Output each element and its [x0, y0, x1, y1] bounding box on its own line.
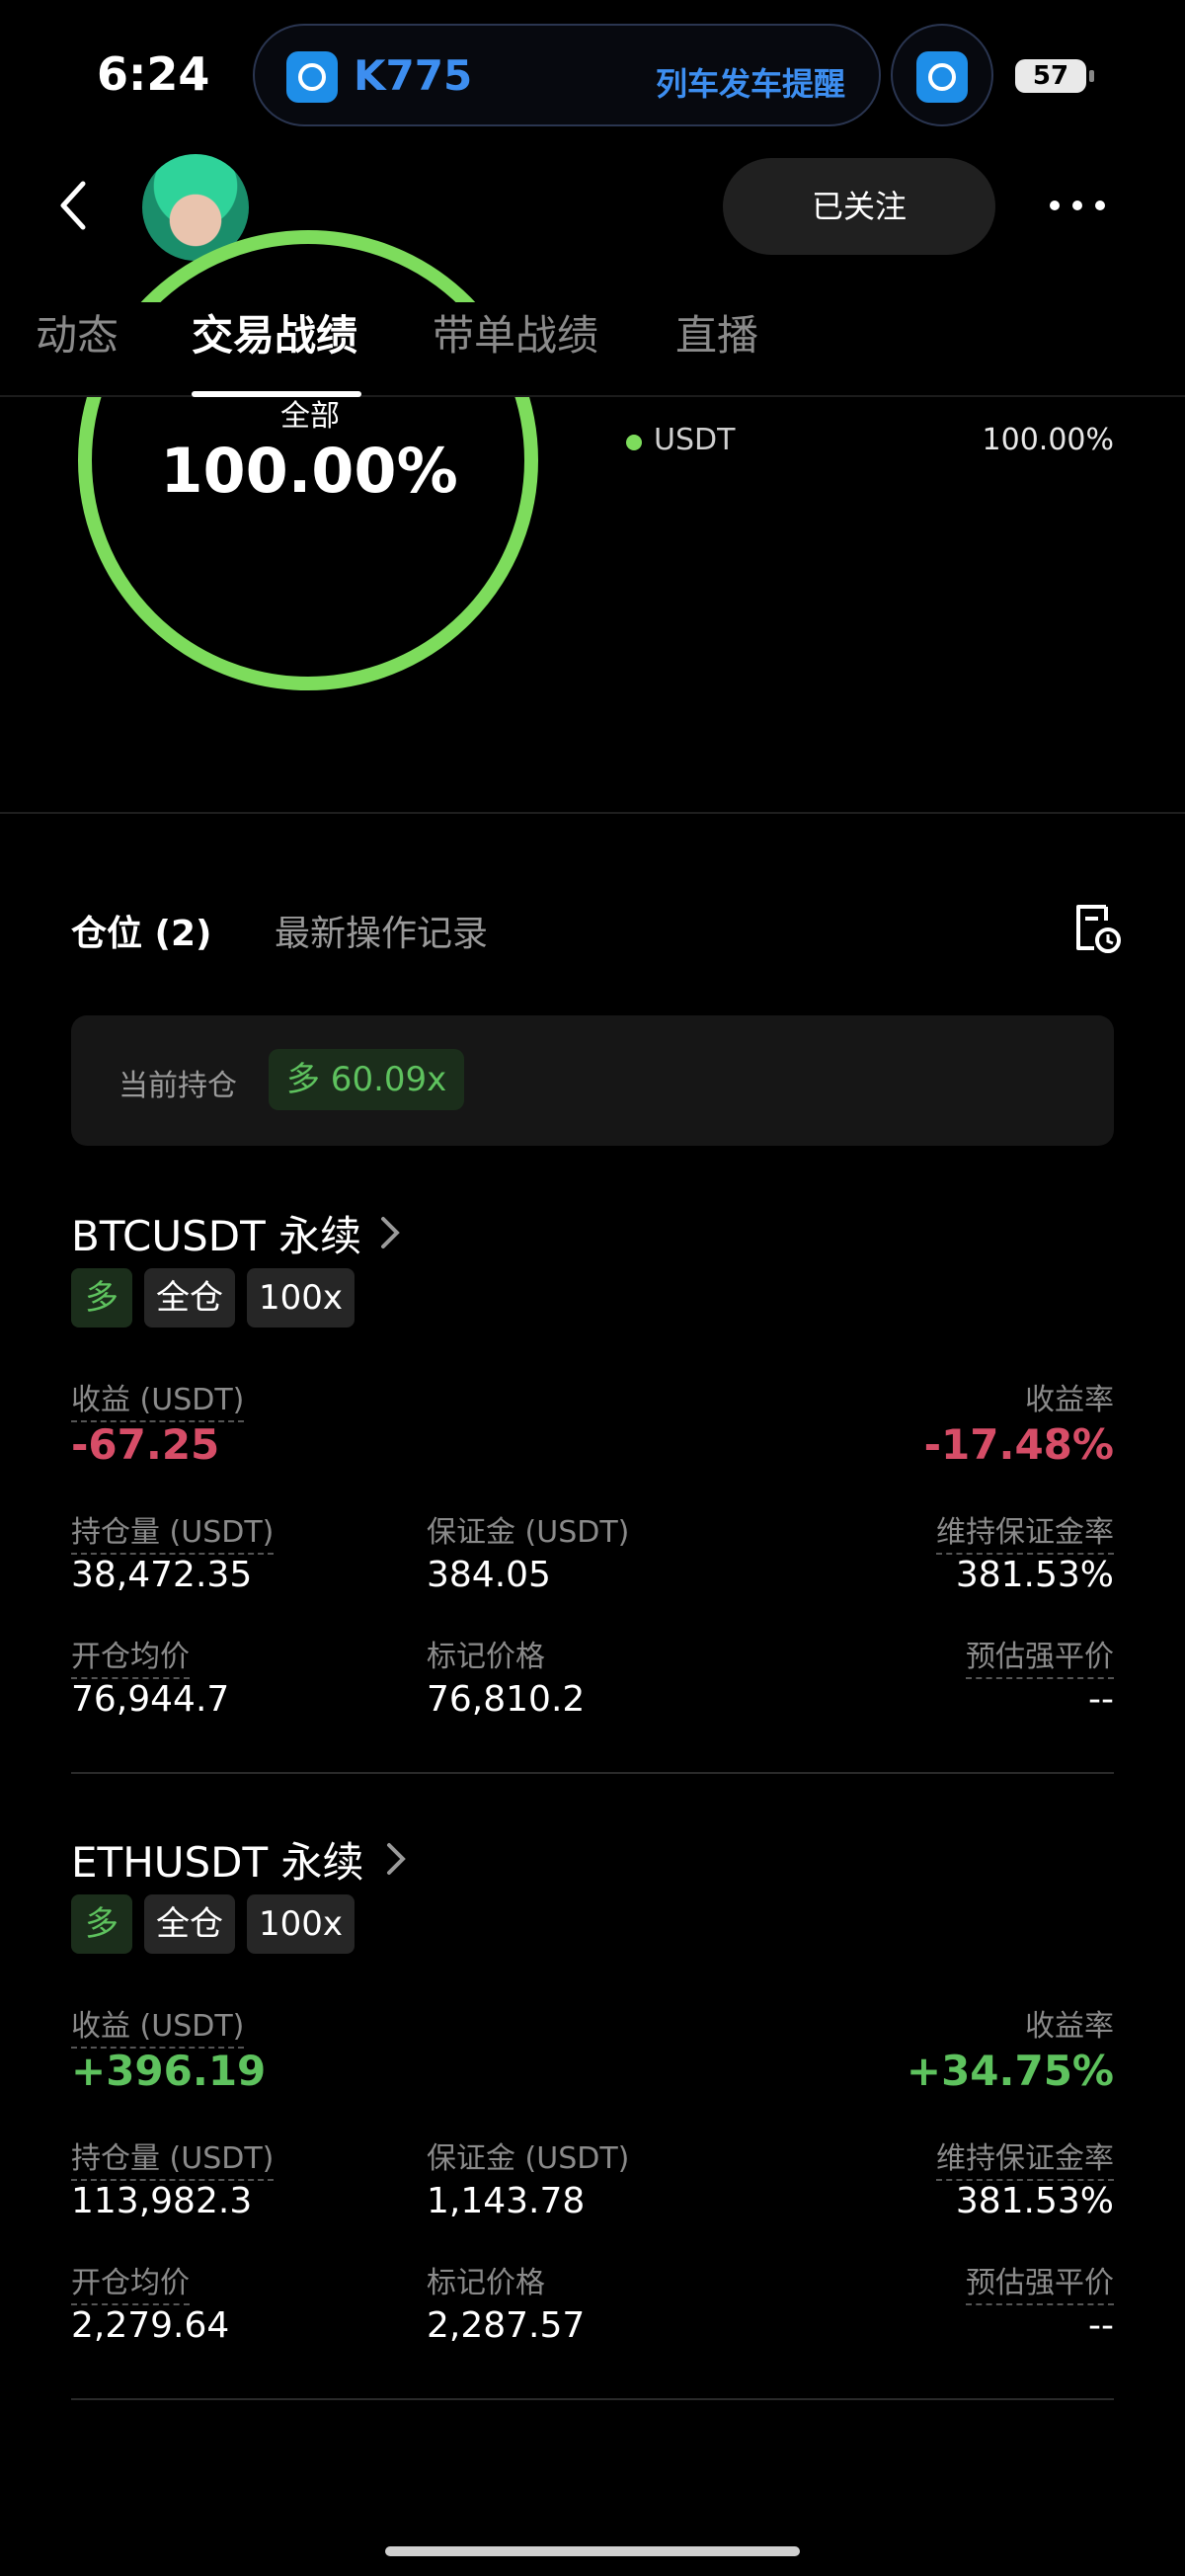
margin-value: 1,143.78 — [427, 2181, 586, 2221]
pnl-value: +396.19 — [71, 2047, 267, 2095]
size-value: 38,472.35 — [71, 1555, 253, 1595]
maintenance-margin-rate-value: 381.53% — [955, 2181, 1114, 2221]
battery-indicator: 57 — [1015, 59, 1094, 93]
margin-label: 保证金 (USDT) — [427, 2141, 630, 2176]
chevron-right-icon[interactable] — [385, 1841, 407, 1877]
entry-price-value: 2,279.64 — [71, 2305, 230, 2346]
roi-value: +34.75% — [906, 2047, 1114, 2095]
card-divider — [71, 2398, 1114, 2400]
liquidation-price-value: -- — [1088, 1679, 1114, 1720]
card-divider — [71, 1772, 1114, 1774]
margin-label: 保证金 (USDT) — [427, 1515, 630, 1550]
legend-dot-usdt — [626, 435, 642, 450]
current-holding-box: 当前持仓 多 60.09x — [71, 1015, 1114, 1146]
maintenance-margin-rate-label: 维持保证金率 — [936, 2133, 1114, 2181]
size-label: 持仓量 (USDT) — [71, 1507, 275, 1555]
legend-name-usdt: USDT — [654, 423, 736, 457]
position-card-eth: ETHUSDT 永续 多全仓 100x 收益 (USDT) +396.19 收益率… — [71, 1829, 1114, 2402]
pnl-value: -67.25 — [71, 1420, 220, 1469]
railway-mini-island[interactable] — [891, 24, 993, 126]
pnl-label: 收益 (USDT) — [71, 1375, 245, 1422]
donut-center-value: 100.00% — [160, 435, 458, 507]
liquidation-price-label: 预估强平价 — [966, 2258, 1114, 2305]
tag-leverage: 100x — [247, 1268, 356, 1328]
train-number: K775 — [354, 51, 473, 100]
size-value: 113,982.3 — [71, 2181, 253, 2221]
roi-label: 收益率 — [1025, 2009, 1114, 2044]
entry-price-label: 开仓均价 — [71, 2258, 190, 2305]
history-icon[interactable] — [1072, 903, 1122, 954]
roi-value: -17.48% — [923, 1420, 1114, 1469]
tag-margin-mode: 全仓 — [144, 1268, 235, 1328]
position-title[interactable]: ETHUSDT 永续 — [71, 1829, 364, 1890]
margin-value: 384.05 — [427, 1555, 551, 1595]
section-divider — [0, 812, 1185, 814]
current-holding-label: 当前持仓 — [118, 1069, 237, 1103]
tab-feed[interactable]: 动态 — [36, 302, 118, 362]
railway-app-icon — [916, 51, 968, 103]
railway-app-icon — [286, 51, 338, 103]
back-arrow-icon[interactable] — [53, 178, 97, 233]
donut-center-label: 全部 — [280, 399, 340, 434]
liquidation-price-label: 预估强平价 — [966, 1632, 1114, 1679]
mark-price-label: 标记价格 — [427, 2266, 545, 2300]
home-indicator[interactable] — [385, 2546, 800, 2556]
status-time: 6:24 — [97, 47, 210, 101]
tab-latest-operations[interactable]: 最新操作记录 — [275, 905, 488, 956]
entry-price-value: 76,944.7 — [71, 1679, 230, 1720]
profile-tabs: 动态 交易战绩 带单战绩 直播 — [0, 302, 1185, 397]
train-reminder-island[interactable]: K775 列车发车提醒 — [253, 24, 881, 126]
mark-price-label: 标记价格 — [427, 1640, 545, 1674]
train-reminder-text: 列车发车提醒 — [655, 65, 845, 103]
current-holding-badge: 多 60.09x — [269, 1049, 465, 1110]
tag-leverage: 100x — [247, 1894, 356, 1954]
tab-positions[interactable]: 仓位 (2) — [71, 905, 212, 956]
size-label: 持仓量 (USDT) — [71, 2133, 275, 2181]
tab-copy-trading-record[interactable]: 带单战绩 — [433, 302, 598, 362]
chevron-right-icon[interactable] — [379, 1215, 401, 1250]
position-card-btc: BTCUSDT 永续 多全仓 100x 收益 (USDT) -67.25 收益率 … — [71, 1203, 1114, 1776]
position-tags: 多全仓 100x — [71, 1268, 366, 1328]
entry-price-label: 开仓均价 — [71, 1632, 190, 1679]
mark-price-value: 76,810.2 — [427, 1679, 586, 1720]
roi-label: 收益率 — [1025, 1383, 1114, 1417]
more-options-icon[interactable] — [1047, 194, 1108, 217]
position-title[interactable]: BTCUSDT 永续 — [71, 1203, 361, 1263]
active-tab-indicator — [192, 391, 361, 397]
follow-button[interactable]: 已关注 — [723, 158, 995, 255]
maintenance-margin-rate-label: 维持保证金率 — [936, 1507, 1114, 1555]
pnl-label: 收益 (USDT) — [71, 2001, 245, 2049]
tag-direction-long: 多 — [71, 1268, 132, 1328]
position-tags: 多全仓 100x — [71, 1894, 366, 1954]
tag-margin-mode: 全仓 — [144, 1894, 235, 1954]
mark-price-value: 2,287.57 — [427, 2305, 586, 2346]
maintenance-margin-rate-value: 381.53% — [955, 1555, 1114, 1595]
legend-value-usdt: 100.00% — [982, 423, 1114, 457]
tab-live[interactable]: 直播 — [675, 302, 758, 362]
liquidation-price-value: -- — [1088, 2305, 1114, 2346]
tab-trading-record[interactable]: 交易战绩 — [192, 302, 357, 362]
tag-direction-long: 多 — [71, 1894, 132, 1954]
